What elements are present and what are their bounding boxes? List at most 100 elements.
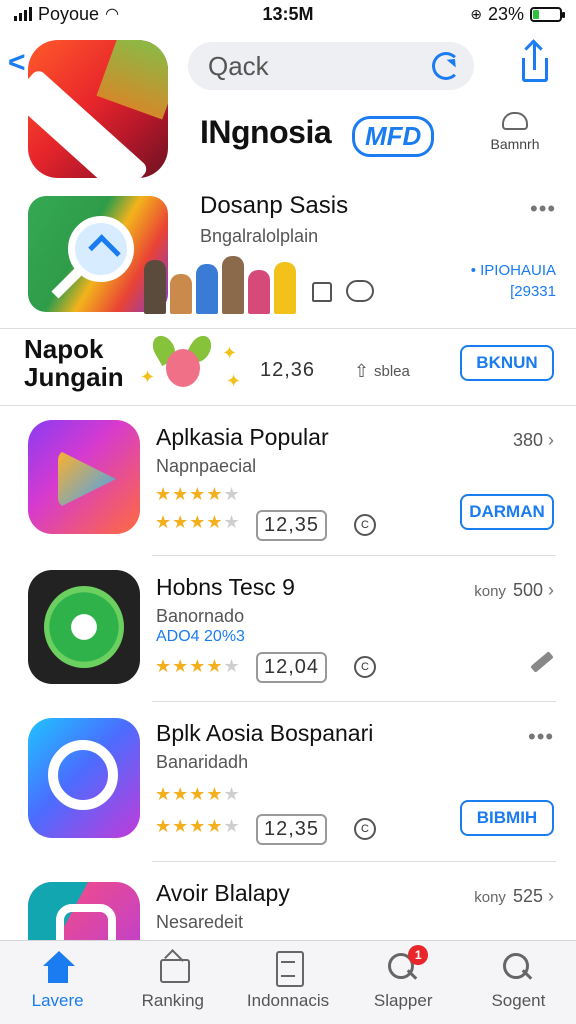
- more-options-icon[interactable]: •••: [530, 196, 556, 222]
- mascot-body: [166, 349, 200, 387]
- app-logo: [56, 904, 116, 940]
- home-icon: [41, 951, 75, 985]
- get-button[interactable]: BIBMIH: [460, 800, 554, 836]
- app-size-value: 525: [512, 886, 543, 906]
- app-name[interactable]: Avoir Blalapy: [156, 880, 290, 907]
- get-button[interactable]: DARMAN: [460, 494, 554, 530]
- brand-badge: MFD: [352, 116, 435, 157]
- list-item[interactable]: Hobns Tesc 9 Banornado ADO4 20%3 ★★★★★ 1…: [0, 556, 576, 702]
- list-item[interactable]: Avoir Blalapy Nesaredeit kony 525 ›: [0, 862, 576, 940]
- share-icon[interactable]: [518, 42, 552, 82]
- battery-icon: [530, 6, 565, 22]
- magnifier-handle: [51, 267, 83, 299]
- refresh-icon[interactable]: [432, 52, 460, 80]
- mascot-illustration: [148, 331, 216, 397]
- lock-rotation-icon: ⊕: [470, 5, 482, 22]
- tab-label: Lavere: [31, 991, 84, 1010]
- app-icon[interactable]: [28, 718, 140, 838]
- app-name[interactable]: Aplkasia Popular: [156, 424, 329, 451]
- app-size: kony 525 ›: [474, 886, 554, 907]
- search-icon: [501, 951, 535, 985]
- app-size-prefix: kony: [474, 583, 506, 600]
- comment-icon[interactable]: [346, 280, 374, 302]
- app-name[interactable]: Bplk Aosia Bospanari: [156, 720, 373, 747]
- section-number: 12,36: [260, 359, 316, 381]
- list-item[interactable]: Bplk Aosia Bospanari Banaridadh ★★★★★ ★★…: [0, 702, 576, 862]
- tab-ranking[interactable]: Ranking: [115, 941, 230, 1024]
- tab-label: Sogent: [491, 991, 546, 1010]
- chevron-right-icon[interactable]: ›: [548, 430, 554, 450]
- document-icon: [271, 951, 305, 987]
- rating-number: 12,35: [256, 510, 328, 541]
- app-subtitle: Nesaredeit: [156, 912, 244, 932]
- tab-label: Indonnacis: [246, 991, 330, 1010]
- rating-stars: ★★★★★: [155, 512, 241, 532]
- ranking-icon: [156, 951, 190, 985]
- rating-stars: ★★★★★: [155, 656, 241, 676]
- hero-icon-shape: [96, 40, 168, 120]
- more-options-icon[interactable]: •••: [528, 724, 554, 750]
- battery-percent: 23%: [487, 3, 524, 24]
- signal-icon: [14, 7, 32, 21]
- tab-label: Ranking: [141, 991, 204, 1010]
- app-icon[interactable]: [28, 882, 140, 940]
- app-name[interactable]: Hobns Tesc 9: [156, 574, 295, 601]
- section-title-line2: Jungain: [24, 362, 124, 392]
- favorite-button[interactable]: Bamnrh: [480, 112, 550, 152]
- status-left: Poyoue ◠: [14, 4, 119, 25]
- info-icon[interactable]: C: [354, 818, 376, 840]
- status-right: ⊕ 23%: [470, 3, 565, 25]
- info-icon[interactable]: C: [354, 514, 376, 536]
- featured-meta: • IPIOHAUIA [29331: [452, 262, 556, 304]
- app-logo: [48, 740, 118, 810]
- app-extra: ADO4 20%3: [156, 628, 245, 645]
- characters-illustration: [140, 252, 300, 314]
- app-subtitle: Banornado: [156, 606, 245, 626]
- app-size-prefix: kony: [474, 889, 506, 906]
- app-size-value: 380: [512, 430, 543, 450]
- share-arrow: [533, 44, 536, 70]
- chevron-right-icon[interactable]: ›: [548, 886, 554, 906]
- featured-meta-line1: • IPIOHAUIA: [470, 262, 556, 279]
- back-chevron-icon[interactable]: <: [8, 46, 26, 80]
- app-subtitle: Napnpaecial: [156, 456, 257, 476]
- rating-number: 12,04: [256, 652, 328, 683]
- bookmark-icon: [502, 112, 528, 130]
- tab-slapper[interactable]: 1 Slapper: [346, 941, 461, 1024]
- app-hero-icon: [28, 40, 168, 178]
- play-icon: [58, 450, 116, 508]
- section-action-button[interactable]: BKNUN: [460, 345, 554, 381]
- app-size: kony 500 ›: [474, 580, 554, 601]
- section-title: Napok Jungain: [24, 335, 124, 391]
- carrier-name: Poyoue: [38, 3, 100, 24]
- tab-home[interactable]: Lavere: [0, 941, 115, 1024]
- chevron-right-icon[interactable]: ›: [548, 580, 554, 600]
- list-item[interactable]: Aplkasia Popular Napnpaecial ★★★★★ ★★★★★…: [0, 406, 576, 556]
- wifi-icon: ◠: [105, 6, 120, 23]
- app-icon[interactable]: [28, 420, 140, 534]
- tab-indonnacis[interactable]: Indonnacis: [230, 941, 345, 1024]
- favorite-label: Bamnrh: [490, 136, 540, 152]
- like-icon[interactable]: [312, 282, 332, 302]
- rating-stars: ★★★★★: [155, 784, 241, 804]
- battery-fill: [533, 9, 539, 19]
- tab-sogent[interactable]: Sogent: [461, 941, 576, 1024]
- tab-label: Slapper: [373, 991, 433, 1010]
- search-icon: 1: [386, 945, 429, 985]
- rating-number: 12,35: [256, 814, 328, 845]
- rating-stars: ★★★★★: [155, 484, 241, 504]
- app-size-value: 500: [512, 580, 543, 600]
- status-bar: Poyoue ◠ 13:5M ⊕ 23%: [0, 0, 576, 28]
- search-input[interactable]: Qack: [208, 51, 269, 82]
- featured-title[interactable]: Dosanp Sasis: [200, 192, 348, 220]
- app-logo: [44, 586, 124, 668]
- app-icon[interactable]: [28, 570, 140, 684]
- share-small-icon: ⇧: [354, 361, 370, 381]
- section-header: Napok Jungain ✦ ✦ ✦ 12,36 ⇧ sblea BKNUN: [0, 328, 576, 406]
- sparkle-icon: ✦: [226, 371, 242, 391]
- section-small-text: sblea: [374, 363, 410, 380]
- sparkle-icon: ✦: [222, 343, 238, 363]
- info-icon[interactable]: C: [354, 656, 376, 678]
- tab-bar: Lavere Ranking Indonnacis 1 Slapper Soge…: [0, 940, 576, 1024]
- search-bar[interactable]: Qack: [188, 42, 474, 90]
